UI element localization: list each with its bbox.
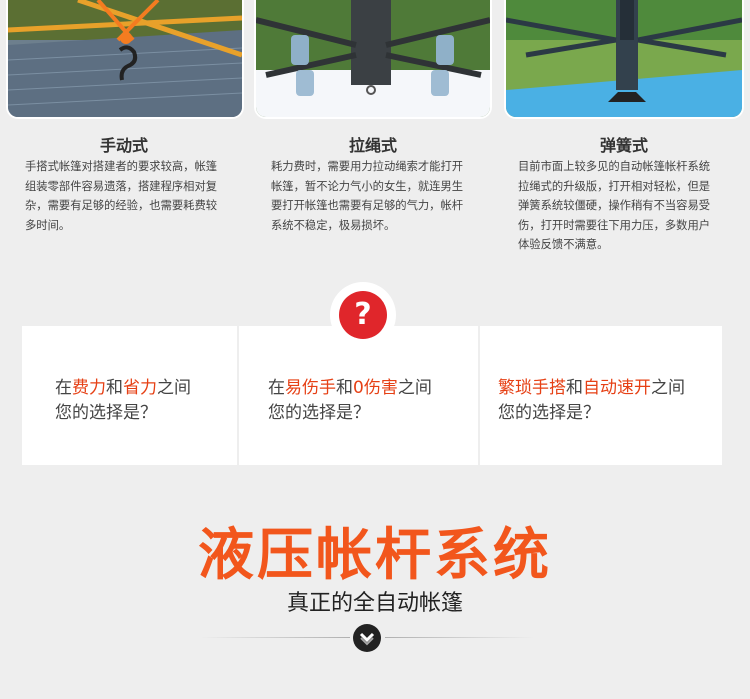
question-mark-icon: ? [339,291,387,339]
photo-spring-tent [506,0,742,117]
choice-panel-effort: 在费力和省力之间 您的选择是？ [22,326,237,465]
column-title-rope: 拉绳式 [348,136,397,155]
column-desc-spring: 目前市面上较多见的自动帐篷帐杆系统 拉绳式的升级版，打开相对轻松，但是 弹簧系统… [518,160,711,251]
headline: 液压帐杆系统 [198,523,552,588]
divider-right [385,637,535,638]
chevron-down-icon [359,632,375,646]
scroll-down-button[interactable] [353,624,381,652]
column-title-manual: 手动式 [99,136,148,155]
choice-panel-setup: 繁琐手搭和自动速开之间 您的选择是？ [480,326,722,465]
subheadline: 真正的全自动帐篷 [286,591,463,616]
column-desc-rope: 耗力费时，需要用力拉动绳索才能打开 帐篷，暂不论力气小的女生，就连男生 要打开帐… [271,160,464,232]
photo-rope-tent [256,0,490,117]
divider-left [200,637,350,638]
photo-manual-tent [8,0,242,117]
column-desc-manual: 手搭式帐篷对搭建者的要求较高，帐篷 组装零部件容易遗落，搭建程序相对复 杂，需要… [25,160,218,232]
column-title-spring: 弹簧式 [599,136,648,155]
